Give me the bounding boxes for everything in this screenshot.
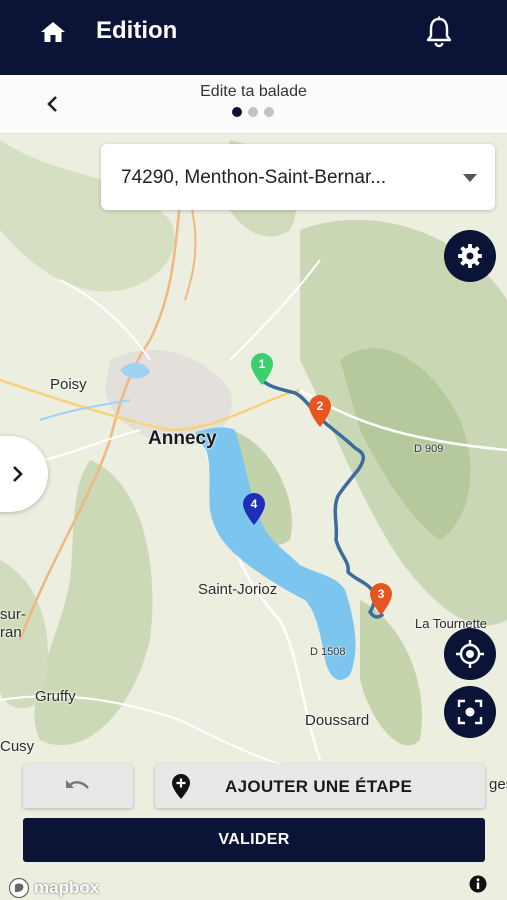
gear-icon [458,244,482,268]
validate-button[interactable]: VALIDER [23,818,485,862]
map-label-saint-jorioz: Saint-Jorioz [198,581,278,598]
mapbox-logo-icon [8,877,30,899]
crosshair-icon [456,640,484,668]
dropdown-arrow-icon [463,174,477,182]
route-marker-3[interactable]: 3 [368,582,394,616]
add-step-button[interactable]: AJOUTER UNE ÉTAPE [155,764,485,808]
map-label-annecy: Annecy [148,428,217,449]
undo-button[interactable] [23,764,133,808]
route-marker-number: 2 [316,399,324,413]
step-indicator [232,107,274,117]
route-marker-1[interactable]: 1 [249,352,275,386]
map-label-poisy: Poisy [50,376,87,393]
step-dot-2 [248,107,258,117]
map-label-cusy: Cusy [0,738,35,755]
validate-label: VALIDER [218,831,290,848]
page-title: Edition [96,17,178,44]
route-marker-number: 4 [250,497,258,511]
step-dot-3 [264,107,274,117]
location-select-value: 74290, Menthon-Saint-Bernar... [121,167,387,188]
map-label-gruffy: Gruffy [35,688,76,705]
map-label-d909: D 909 [414,443,444,455]
app-header: Edition [0,0,507,75]
map-label-ran: ran [0,624,22,641]
pin-plus-icon [172,774,190,799]
add-step-label: AJOUTER UNE ÉTAPE [225,777,413,796]
route-marker-number: 3 [377,587,385,601]
step-title: Edite ta balade [200,83,307,100]
route-marker-number: 1 [258,357,266,371]
home-icon[interactable] [40,20,66,44]
locate-me-button[interactable] [444,628,496,680]
step-header: Edite ta balade [0,75,507,134]
map-label-sur: sur- [0,606,26,623]
location-select[interactable]: 74290, Menthon-Saint-Bernar... [101,144,495,210]
focus-frame-icon [457,699,483,725]
bell-icon[interactable] [424,16,454,48]
mapbox-logo[interactable]: mapbox [8,877,99,899]
map-label-d1508: D 1508 [310,646,346,658]
route-marker-4[interactable]: 4 [241,492,267,526]
map-label-ges: ges [489,776,507,793]
step-dot-1 [232,107,242,117]
map-label-doussard: Doussard [305,712,370,729]
mapbox-logo-text: mapbox [34,878,100,897]
chevron-right-icon [13,466,23,482]
settings-button[interactable] [444,230,496,282]
info-icon[interactable] [469,875,487,893]
route-marker-2[interactable]: 2 [307,394,333,428]
center-route-button[interactable] [444,686,496,738]
undo-icon [66,780,89,789]
